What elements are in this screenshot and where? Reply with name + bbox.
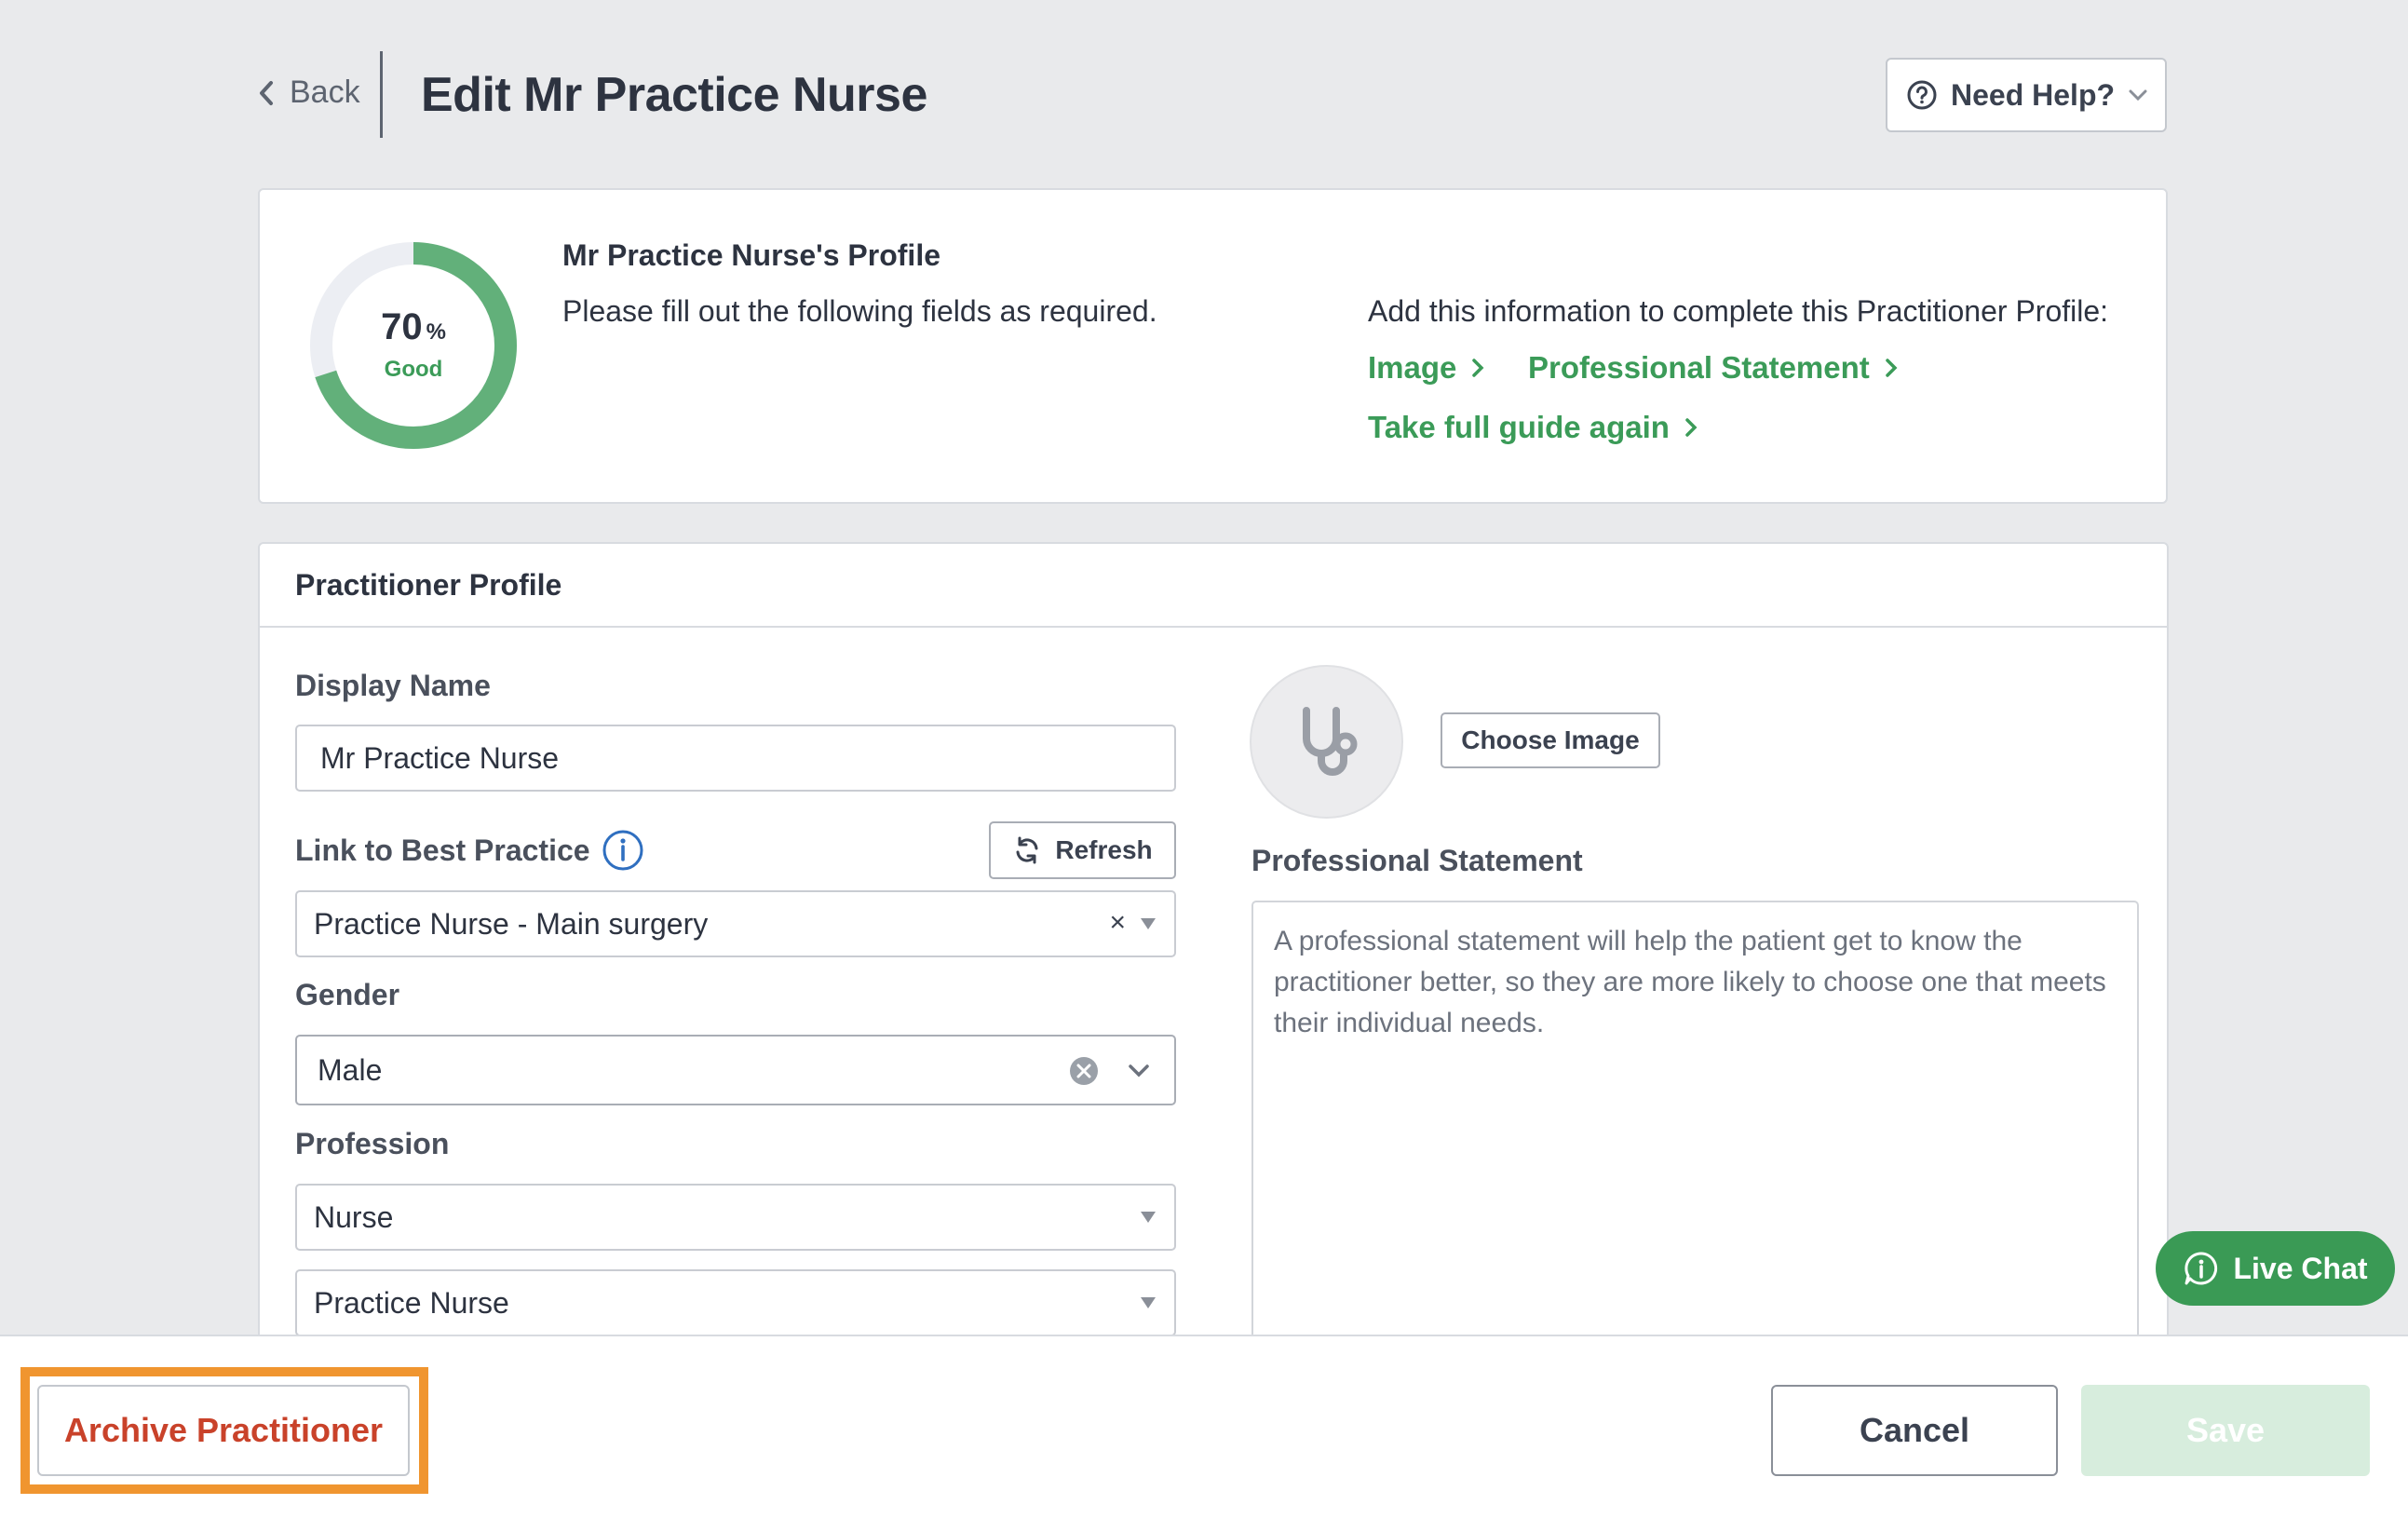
refresh-label: Refresh	[1055, 835, 1153, 864]
statement-placeholder: A professional statement will help the p…	[1274, 926, 2106, 1038]
profession-label: Profession	[295, 1127, 450, 1160]
chevron-left-icon	[260, 80, 273, 105]
professional-statement-link[interactable]: Professional Statement	[1528, 350, 1898, 386]
completion-rating: Good	[384, 357, 443, 382]
chevron-down-icon	[2129, 89, 2147, 102]
dropdown-arrow-icon	[1141, 1212, 1156, 1223]
display-name-value: Mr Practice Nurse	[320, 740, 560, 775]
image-link-label: Image	[1368, 350, 1457, 385]
completion-percent: 70	[381, 306, 423, 347]
profile-heading: Mr Practice Nurse's Profile	[562, 238, 940, 272]
dropdown-arrow-icon	[1141, 918, 1156, 929]
header-divider	[380, 51, 383, 138]
footer-bar: Archive Practitioner Cancel Save	[0, 1335, 2408, 1518]
need-help-label: Need Help?	[1951, 77, 2116, 112]
profession-subtype-value: Practice Nurse	[314, 1285, 509, 1320]
gender-select[interactable]: Male	[295, 1035, 1176, 1105]
percent-symbol: %	[426, 319, 446, 345]
stethoscope-icon	[1302, 706, 1357, 776]
back-button[interactable]: Back	[256, 75, 360, 111]
chevron-right-icon	[1886, 359, 1898, 377]
info-icon[interactable]	[602, 829, 644, 872]
archive-practitioner-button[interactable]: Archive Practitioner	[37, 1385, 410, 1476]
best-practice-select[interactable]: Practice Nurse - Main surgery ×	[295, 890, 1176, 957]
display-name-label: Display Name	[295, 669, 491, 702]
take-guide-link[interactable]: Take full guide again	[1368, 410, 1698, 445]
completion-info-text: Add this information to complete this Pr…	[1368, 294, 2109, 328]
choose-image-button[interactable]: Choose Image	[1441, 712, 1660, 768]
professional-statement-label: Professional Statement	[1251, 844, 1583, 877]
link-best-practice-label: Link to Best Practice	[295, 833, 590, 867]
profile-completion-card: 70% Good Mr Practice Nurse's Profile Ple…	[258, 188, 2168, 504]
guide-link-label: Take full guide again	[1368, 410, 1670, 444]
profession-value: Nurse	[314, 1199, 394, 1234]
profession-subtype-select[interactable]: Practice Nurse	[295, 1269, 1176, 1336]
choose-image-label: Choose Image	[1461, 725, 1640, 754]
chevron-down-icon	[1129, 1064, 1149, 1078]
chat-info-icon	[2185, 1252, 2218, 1285]
statement-link-label: Professional Statement	[1528, 350, 1870, 385]
refresh-icon	[1016, 836, 1038, 864]
professional-statement-textarea[interactable]: A professional statement will help the p…	[1251, 901, 2139, 1366]
best-practice-value: Practice Nurse - Main surgery	[314, 906, 709, 941]
avatar	[1250, 665, 1403, 819]
chevron-right-icon	[1685, 418, 1698, 437]
help-circle-icon	[1907, 80, 1937, 110]
live-chat-button[interactable]: Live Chat	[2156, 1231, 2395, 1306]
cancel-button[interactable]: Cancel	[1771, 1385, 2058, 1476]
refresh-button[interactable]: Refresh	[989, 821, 1176, 879]
section-title: Practitioner Profile	[260, 544, 2167, 628]
live-chat-label: Live Chat	[2233, 1251, 2368, 1285]
clear-circle-icon[interactable]	[1068, 1055, 1100, 1087]
profile-subtext: Please fill out the following fields as …	[562, 294, 1157, 328]
back-label: Back	[290, 75, 360, 110]
save-button[interactable]: Save	[2081, 1385, 2370, 1476]
dropdown-arrow-icon	[1141, 1297, 1156, 1308]
image-link[interactable]: Image	[1368, 350, 1484, 386]
page-title: Edit Mr Practice Nurse	[421, 68, 927, 122]
completion-readout: 70% Good	[308, 240, 519, 451]
need-help-button[interactable]: Need Help?	[1886, 58, 2167, 132]
gender-value: Male	[318, 1052, 383, 1087]
gender-label: Gender	[295, 978, 400, 1011]
link-best-practice-label-group: Link to Best Practice	[295, 829, 644, 872]
profession-select[interactable]: Nurse	[295, 1184, 1176, 1251]
chevron-right-icon	[1472, 359, 1484, 377]
display-name-input[interactable]: Mr Practice Nurse	[295, 725, 1176, 792]
clear-icon[interactable]: ×	[1109, 907, 1126, 939]
page-header: Back Edit Mr Practice Nurse Need Help?	[256, 47, 2167, 140]
